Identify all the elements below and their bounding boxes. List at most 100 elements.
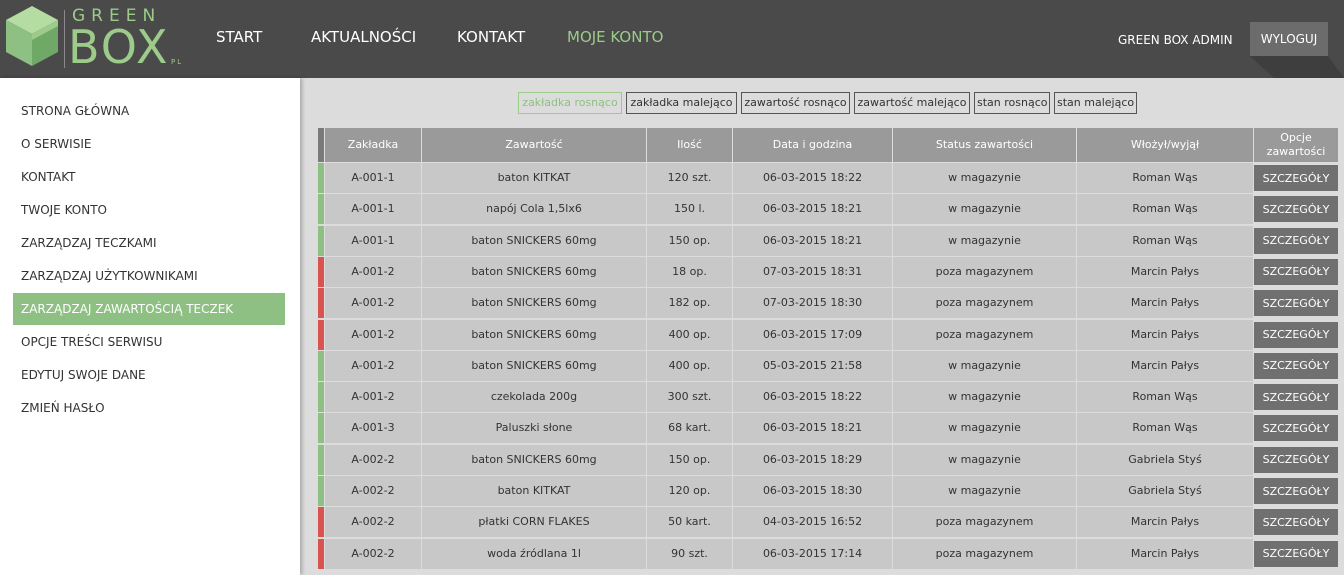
- sort-tab-asc-button[interactable]: zakładka rosnąco: [518, 92, 622, 114]
- details-button[interactable]: SZCZEGÓŁY: [1254, 196, 1338, 223]
- cell-status: w magazynie: [893, 194, 1076, 225]
- sidebar-item-teczki[interactable]: ZARZĄDZAJ TECZKAMI: [13, 227, 285, 259]
- cell-ilosc: 400 op.: [647, 350, 732, 381]
- cell-zakladka: A-001-1: [325, 163, 421, 193]
- cell-zawartosc: napój Cola 1,5lx6: [422, 194, 646, 225]
- cell-status: w magazynie: [893, 476, 1076, 506]
- table-row: A-001-2 baton SNICKERS 60mg 182 op. 07-03-2…: [318, 288, 1344, 319]
- sort-state-desc-button[interactable]: stan malejąco: [1054, 92, 1137, 114]
- cell-ilosc: 300 szt.: [647, 382, 732, 413]
- cell-zawartosc: baton SNICKERS 60mg: [422, 225, 646, 256]
- cell-wlozyl: Roman Wąs: [1077, 225, 1253, 256]
- details-button[interactable]: SZCZEGÓŁY: [1254, 321, 1338, 348]
- details-button[interactable]: SZCZEGÓŁY: [1254, 415, 1338, 442]
- cell-ilosc: 90 szt.: [647, 538, 732, 569]
- admin-name: GREEN BOX ADMIN: [1118, 33, 1233, 47]
- details-button[interactable]: SZCZEGÓŁY: [1254, 509, 1338, 536]
- table-row: A-001-2 baton SNICKERS 60mg 400 op. 06-03-2…: [318, 319, 1344, 351]
- details-button[interactable]: SZCZEGÓŁY: [1254, 384, 1338, 411]
- cell-status: w magazynie: [893, 350, 1076, 381]
- cell-zakladka: A-001-2: [325, 350, 421, 381]
- row-status-stripe: [318, 225, 324, 256]
- details-button[interactable]: SZCZEGÓŁY: [1254, 165, 1338, 191]
- cell-zakladka: A-001-2: [325, 288, 421, 319]
- sort-content-asc-button[interactable]: zawartość rosnąco: [741, 92, 850, 114]
- cell-wlozyl: Marcin Pałys: [1077, 256, 1253, 287]
- row-status-stripe: [318, 319, 324, 350]
- cell-zawartosc: Paluszki słone: [422, 413, 646, 444]
- logo[interactable]: GREEN BOX PL: [4, 4, 194, 72]
- cell-ilosc: 150 l.: [647, 194, 732, 225]
- sidebar-item-strona-glowna[interactable]: STRONA GŁÓWNA: [13, 95, 285, 127]
- sidebar-item-uzytkownicy[interactable]: ZARZĄDZAJ UŻYTKOWNIKAMI: [13, 260, 285, 292]
- sidebar-item-zmien-haslo[interactable]: ZMIEŃ HASŁO: [13, 392, 285, 424]
- cell-ilosc: 50 kart.: [647, 507, 732, 538]
- cell-ilosc: 400 op.: [647, 319, 732, 350]
- table-row: A-001-2 baton SNICKERS 60mg 18 op. 07-03-20…: [318, 256, 1344, 288]
- cell-zawartosc: woda źródlana 1l: [422, 538, 646, 569]
- details-button[interactable]: SZCZEGÓŁY: [1254, 258, 1338, 285]
- sort-state-asc-button[interactable]: stan rosnąco: [974, 92, 1050, 114]
- sort-tab-desc-button[interactable]: zakładka malejąco: [626, 92, 737, 114]
- cell-zakladka: A-001-1: [325, 225, 421, 256]
- sidebar-item-opcje-tresci[interactable]: OPCJE TREŚCI SERWISU: [13, 326, 285, 358]
- cell-zakladka: A-002-2: [325, 538, 421, 569]
- cell-zawartosc: baton SNICKERS 60mg: [422, 444, 646, 475]
- details-button[interactable]: SZCZEGÓŁY: [1254, 227, 1338, 254]
- details-button[interactable]: SZCZEGÓŁY: [1254, 478, 1338, 504]
- cell-zawartosc: baton SNICKERS 60mg: [422, 350, 646, 381]
- details-button[interactable]: SZCZEGÓŁY: [1254, 352, 1338, 379]
- row-status-stripe: [318, 288, 324, 319]
- sidebar-item-kontakt[interactable]: KONTAKT: [13, 161, 285, 193]
- table-row: A-002-2 baton KITKAT 120 op. 06-03-2015 18:…: [318, 476, 1344, 507]
- cell-data: 06-03-2015 17:14: [733, 538, 892, 569]
- row-status-stripe: [318, 382, 324, 413]
- sidebar: STRONA GŁÓWNA O SERWISIE KONTAKT TWOJE K…: [0, 78, 300, 575]
- top-header: GREEN BOX PL START AKTUALNOŚCI KONTAKT M…: [0, 0, 1344, 78]
- cell-status: w magazynie: [893, 225, 1076, 256]
- details-button[interactable]: SZCZEGÓŁY: [1254, 540, 1338, 567]
- sidebar-item-twoje-konto[interactable]: TWOJE KONTO: [13, 194, 285, 226]
- logo-divider: [64, 10, 65, 68]
- cell-zakladka: A-001-2: [325, 256, 421, 287]
- cell-data: 05-03-2015 21:58: [733, 350, 892, 381]
- content-table: Zakładka Zawartość Ilość Data i godzina …: [318, 128, 1344, 575]
- table-row: A-001-1 baton KITKAT 120 szt. 06-03-2015 18…: [318, 163, 1344, 194]
- nav-kontakt[interactable]: KONTAKT: [457, 28, 525, 46]
- details-button[interactable]: SZCZEGÓŁY: [1254, 446, 1338, 473]
- cell-zakladka: A-001-1: [325, 194, 421, 225]
- cell-wlozyl: Roman Wąs: [1077, 382, 1253, 413]
- cell-data: 06-03-2015 18:22: [733, 163, 892, 193]
- cell-zawartosc: płatki CORN FLAKES: [422, 507, 646, 538]
- details-button[interactable]: SZCZEGÓŁY: [1254, 290, 1338, 317]
- table-header-row: Zakładka Zawartość Ilość Data i godzina …: [318, 128, 1344, 162]
- row-status-stripe: [318, 163, 324, 193]
- cell-wlozyl: Marcin Pałys: [1077, 507, 1253, 538]
- table-row: A-001-2 baton SNICKERS 60mg 400 op. 05-03-2…: [318, 350, 1344, 382]
- sidebar-item-edytuj-dane[interactable]: EDYTUJ SWOJE DANE: [13, 359, 285, 391]
- cell-data: 06-03-2015 18:29: [733, 444, 892, 475]
- cell-data: 06-03-2015 18:30: [733, 476, 892, 506]
- logout-button[interactable]: WYLOGUJ: [1250, 22, 1328, 56]
- sort-content-desc-button[interactable]: zawartość malejąco: [854, 92, 970, 114]
- table-row: A-002-2 baton SNICKERS 60mg 150 op. 06-03-2…: [318, 444, 1344, 476]
- nav-aktualnosci[interactable]: AKTUALNOŚCI: [311, 28, 416, 46]
- cell-zawartosc: baton SNICKERS 60mg: [422, 319, 646, 350]
- cell-ilosc: 182 op.: [647, 288, 732, 319]
- row-status-stripe: [318, 256, 324, 287]
- sidebar-item-o-serwisie[interactable]: O SERWISIE: [13, 128, 285, 160]
- table-row: A-002-2 woda źródlana 1l 90 szt. 06-03-2015…: [318, 538, 1344, 570]
- nav-start[interactable]: START: [216, 28, 262, 46]
- cell-ilosc: 120 op.: [647, 476, 732, 506]
- cell-zawartosc: baton KITKAT: [422, 163, 646, 193]
- sidebar-item-zawartosc-teczek[interactable]: ZARZĄDZAJ ZAWARTOŚCIĄ TECZEK: [13, 293, 285, 325]
- cell-data: 07-03-2015 18:30: [733, 288, 892, 319]
- logo-text-pl: PL: [171, 58, 184, 66]
- cell-zawartosc: baton SNICKERS 60mg: [422, 288, 646, 319]
- header-stripe: [318, 128, 324, 162]
- cell-data: 06-03-2015 18:21: [733, 194, 892, 225]
- cell-wlozyl: Marcin Pałys: [1077, 538, 1253, 569]
- nav-moje-konto[interactable]: MOJE KONTO: [567, 28, 663, 46]
- cell-ilosc: 18 op.: [647, 256, 732, 287]
- cube-logo-icon: [6, 6, 58, 66]
